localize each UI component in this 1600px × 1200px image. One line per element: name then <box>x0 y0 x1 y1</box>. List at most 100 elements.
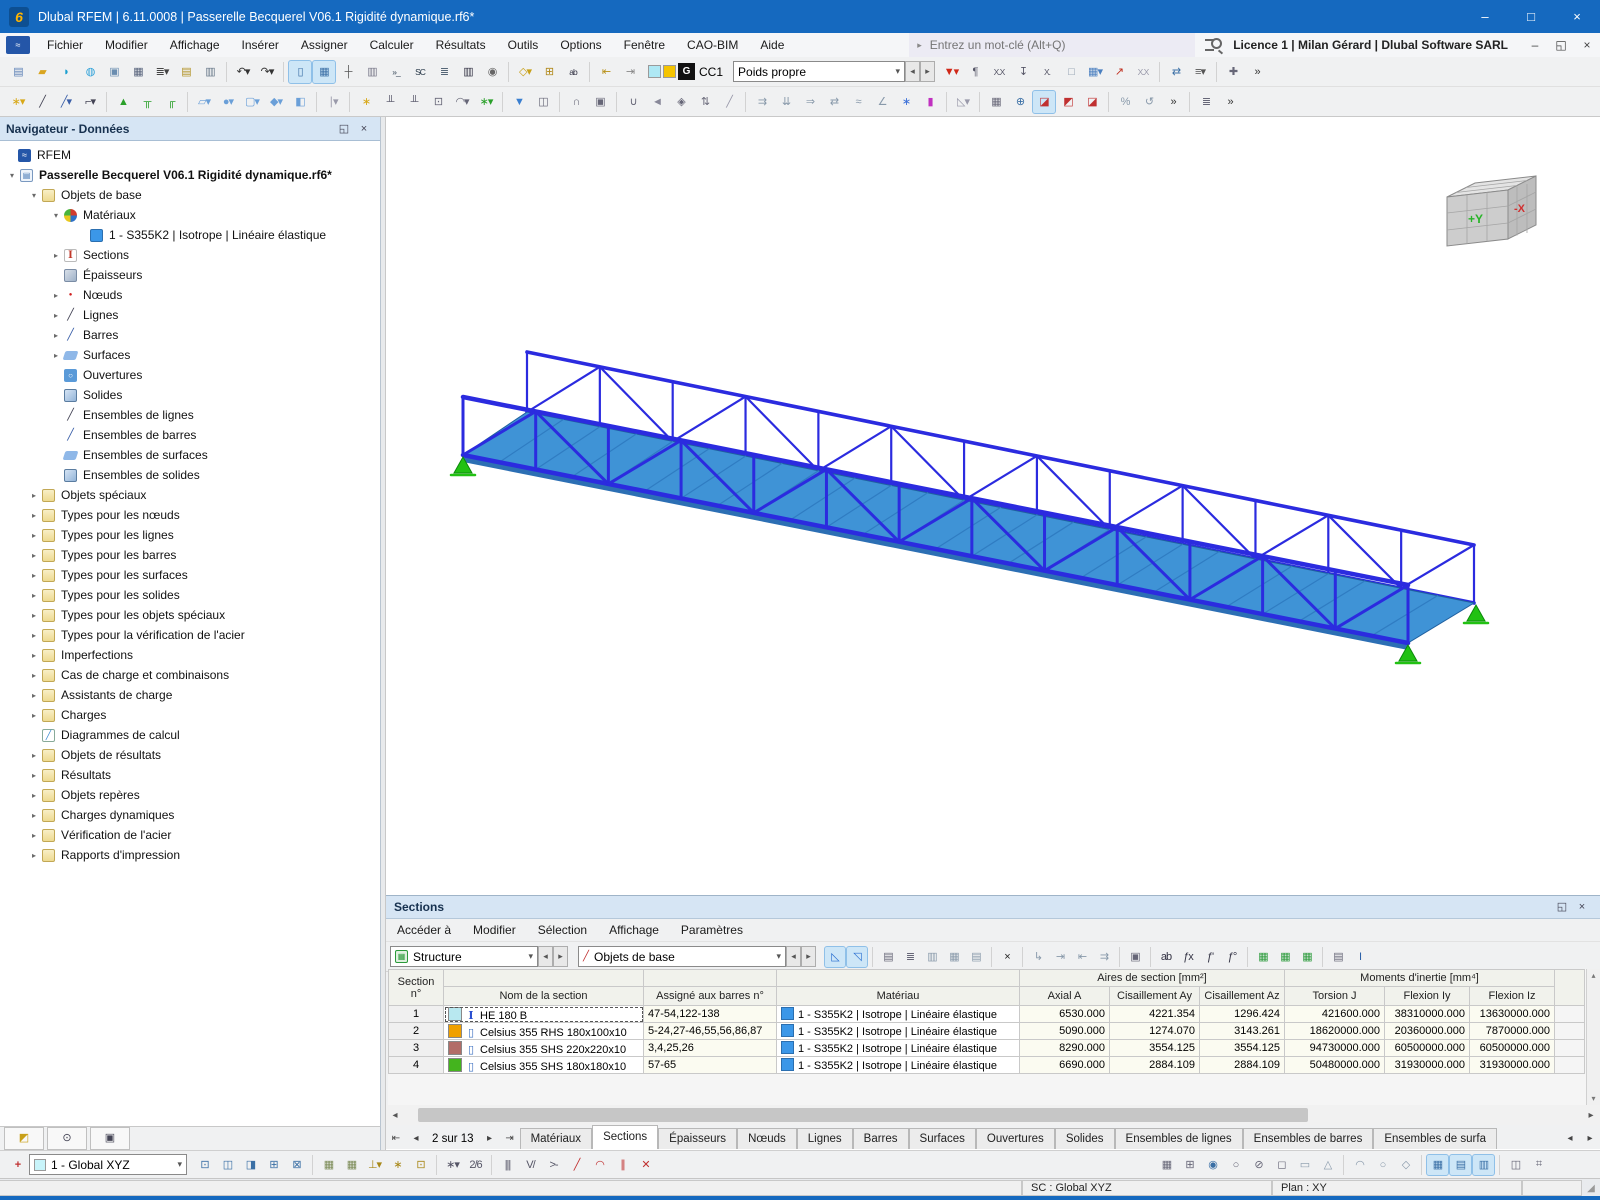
calc-table-icon[interactable]: ▤ <box>1327 946 1349 968</box>
section-name-cell[interactable]: ▯ Celsius 355 RHS 180x100x10 <box>443 1022 644 1040</box>
assigned-members-cell[interactable]: 5-24,27-46,55,56,86,87 <box>643 1022 777 1040</box>
menu-item[interactable]: Calculer <box>359 33 425 57</box>
separator[interactable] <box>1119 946 1120 967</box>
result-grid-icon[interactable]: ▦▾ <box>1083 60 1107 84</box>
tree-expander-icon[interactable]: ▸ <box>26 511 42 520</box>
surface-release-icon[interactable]: ⊡ <box>426 90 450 114</box>
table-view-icon[interactable]: ▥ <box>360 60 384 84</box>
tab-ensembles-barres[interactable]: Ensembles de barres <box>1242 1128 1374 1149</box>
snap-step-icon[interactable]: 2/6 <box>464 1154 487 1176</box>
sections-menu-item[interactable]: Paramètres <box>670 919 754 941</box>
separator[interactable] <box>436 1154 437 1175</box>
abacus-icon[interactable]: ≡▾ <box>1188 60 1212 84</box>
plane-select-icon[interactable]: △ <box>1316 1154 1339 1176</box>
fe-mesh-icon[interactable]: ▦ <box>984 90 1008 114</box>
arc-mode-icon[interactable]: ◠ <box>1348 1154 1371 1176</box>
case-next-button[interactable]: ▸ <box>920 61 936 82</box>
maximize-button[interactable]: □ <box>1508 0 1554 33</box>
flexion-iy-cell[interactable]: 38310000.000 <box>1384 1005 1471 1023</box>
formula-options-icon[interactable]: ƒ° <box>1221 946 1243 968</box>
spotlight-icon[interactable]: ◉ <box>480 60 504 84</box>
load-direction-icon[interactable]: ↧ <box>1011 60 1035 84</box>
tree-expander-icon[interactable]: ▸ <box>26 691 42 700</box>
tree-expander-icon[interactable]: ▸ <box>26 571 42 580</box>
rotate-objects-icon[interactable]: ∠ <box>870 90 894 114</box>
guideline-cross-icon[interactable]: ✕ <box>634 1154 657 1176</box>
tree-item[interactable]: ▸ Types pour les lignes <box>0 525 380 545</box>
open-online-icon[interactable]: ◍ <box>78 60 102 84</box>
align-icon[interactable]: ⇉ <box>750 90 774 114</box>
axial-area-cell[interactable]: 6530.000 <box>1019 1005 1110 1023</box>
manage-tables-icon[interactable]: ▥ <box>456 60 480 84</box>
material-cell[interactable]: 1 - S355K2 | Isotrope | Linéaire élastiq… <box>776 1039 1020 1057</box>
flexion-iy-cell[interactable]: 31930000.000 <box>1384 1056 1471 1074</box>
material-cell[interactable]: 1 - S355K2 | Isotrope | Linéaire élastiq… <box>776 1056 1020 1074</box>
undo-icon[interactable]: ↶▾ <box>231 60 255 84</box>
visibility-filter-icon[interactable]: ▼ <box>507 90 531 114</box>
menu-item[interactable]: Affichage <box>159 33 231 57</box>
tree-item[interactable]: Ensembles de lignes <box>0 405 380 425</box>
search-icon[interactable] <box>1205 36 1224 55</box>
mdi-minimize-button[interactable]: – <box>1522 34 1548 56</box>
rename-icon[interactable]: ab <box>561 60 585 84</box>
material-cell[interactable]: 1 - S355K2 | Isotrope | Linéaire élastiq… <box>776 1005 1020 1023</box>
dlubal-center-icon[interactable]: ◗ <box>54 60 78 84</box>
guideline-line-icon[interactable]: ╱ <box>565 1154 588 1176</box>
select-in-graphic-icon[interactable]: ◺ <box>824 945 846 968</box>
selection-mode-icon[interactable]: ◫ <box>1504 1154 1527 1176</box>
tree-item[interactable]: Ensembles de barres <box>0 425 380 445</box>
redo-icon[interactable]: ↷▾ <box>255 60 279 84</box>
tree-item[interactable]: ▸ Types pour les nœuds <box>0 505 380 525</box>
separator[interactable] <box>1022 946 1023 967</box>
separator[interactable] <box>872 946 873 967</box>
table-vertical-scrollbar[interactable]: ▴ ▾ <box>1586 969 1600 1105</box>
edit-cs-icon[interactable]: ⊡ <box>193 1154 216 1176</box>
insert-object-icon[interactable]: ⇤ <box>594 60 618 84</box>
close-panel-icon[interactable]: × <box>1572 898 1592 916</box>
shear-ay-cell[interactable]: 2884.109 <box>1109 1056 1200 1074</box>
guideline-arc-icon[interactable]: ◠ <box>588 1154 611 1176</box>
mdi-restore-button[interactable]: ◱ <box>1548 34 1574 56</box>
torsion-cell[interactable]: 421600.000 <box>1284 1005 1386 1023</box>
overflow2-icon[interactable]: » <box>1161 90 1185 114</box>
new-model-icon[interactable]: ▤ <box>6 60 30 84</box>
tree-item[interactable]: ▸ Cas de charge et combinaisons <box>0 665 380 685</box>
table-green2-icon[interactable]: ▦ <box>1274 946 1296 968</box>
dimension-icon[interactable]: ∣▾ <box>321 90 345 114</box>
tree-item[interactable]: Ensembles de solides <box>0 465 380 485</box>
table-row[interactable]: 1 I HE 180 B 47-54,122-138 1 - S355K2 | I… <box>388 1005 1586 1023</box>
tree-expander-icon[interactable]: ▸ <box>48 311 64 320</box>
tab-ensembles-lignes[interactable]: Ensembles de lignes <box>1114 1128 1243 1149</box>
tree-item[interactable]: ▾ Objets de base <box>0 185 380 205</box>
table-views-icon[interactable]: ▦ <box>943 946 965 968</box>
tab-ensembles-surfaces[interactable]: Ensembles de surfa <box>1373 1128 1497 1149</box>
section-result-icon[interactable]: ◪ <box>1080 90 1104 114</box>
tab-sections[interactable]: Sections <box>592 1125 659 1149</box>
tunnel-view-icon[interactable]: ∩ <box>564 90 588 114</box>
assigned-members-cell[interactable]: 47-54,122-138 <box>643 1005 777 1023</box>
member-hinge-icon[interactable]: ╓ <box>159 90 183 114</box>
section-number-cell[interactable]: 4 <box>388 1056 444 1074</box>
flexion-iz-cell[interactable]: 13630000.000 <box>1469 1005 1556 1023</box>
separator[interactable] <box>491 1154 492 1175</box>
regenerate-icon[interactable]: ↺ <box>1137 90 1161 114</box>
rotate-cs-icon[interactable]: ◨ <box>239 1154 262 1176</box>
sync-selection-icon[interactable]: ◹ <box>846 945 868 968</box>
new-line-icon[interactable]: ╱ <box>30 90 54 114</box>
polygon-mode-icon[interactable]: ◇ <box>1394 1154 1417 1176</box>
snap-lines-icon[interactable]: ▤ <box>1449 1153 1472 1176</box>
ortho-icon[interactable]: ◻ <box>1270 1154 1293 1176</box>
assigned-members-cell[interactable]: 3,4,25,26 <box>643 1039 777 1057</box>
shear-az-cell[interactable]: 3143.261 <box>1198 1022 1286 1040</box>
window-select-icon[interactable]: ▭ <box>1293 1154 1316 1176</box>
shear-az-cell[interactable]: 3554.125 <box>1198 1039 1286 1057</box>
camera-button[interactable]: ▣ <box>90 1127 130 1150</box>
shear-ay-cell[interactable]: 1274.070 <box>1109 1022 1200 1040</box>
menu-item[interactable]: Résultats <box>425 33 497 57</box>
guideline-parallel-icon[interactable]: ∥ <box>611 1154 634 1176</box>
menu-item[interactable]: Fichier <box>36 33 94 57</box>
tree-item[interactable]: ▸ Sections <box>0 245 380 265</box>
tree-expander-icon[interactable]: ▾ <box>4 171 20 180</box>
smooth-icon[interactable]: ≈ <box>846 90 870 114</box>
tab-surfaces[interactable]: Surfaces <box>908 1128 976 1149</box>
